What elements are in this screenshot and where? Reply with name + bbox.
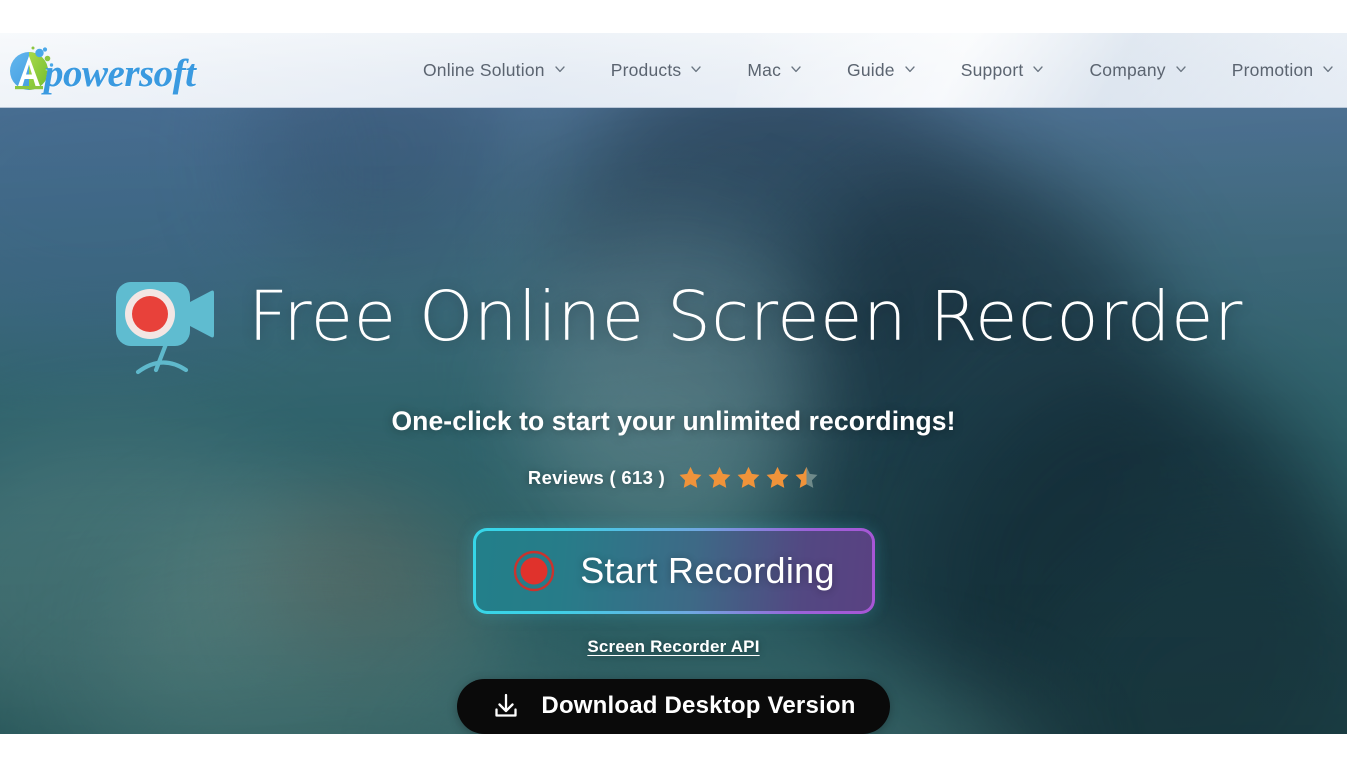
nav-item-support[interactable]: Support — [938, 33, 1067, 107]
start-recording-button-inner: Start Recording — [475, 531, 872, 611]
hero-content: Free Online Screen Recorder One-click to… — [0, 108, 1347, 734]
nav-label: Company — [1089, 60, 1166, 80]
hero-section: Free Online Screen Recorder One-click to… — [0, 108, 1347, 734]
page-right-margin — [1347, 0, 1366, 768]
download-desktop-version-button[interactable]: Download Desktop Version — [457, 678, 890, 734]
top-gutter — [0, 0, 1366, 33]
chevron-down-icon — [790, 63, 801, 74]
page-bottom-margin — [0, 734, 1366, 768]
nav-item-products[interactable]: Products — [588, 33, 725, 107]
main-navigation: Online Solution Products Mac Guide Suppo… — [400, 33, 1347, 107]
reviews-rating: Reviews ( 613 ) — [528, 465, 819, 490]
star-icon-full — [736, 465, 761, 490]
nav-label: Guide — [847, 60, 895, 80]
page-title: Free Online Screen Recorder — [248, 276, 1243, 357]
start-recording-button[interactable]: Start Recording — [472, 528, 875, 614]
nav-item-guide[interactable]: Guide — [824, 33, 938, 107]
star-rating — [678, 465, 819, 490]
star-icon-full — [707, 465, 732, 490]
chevron-down-icon — [690, 63, 702, 74]
chevron-down-icon — [1175, 63, 1186, 74]
star-icon-half — [794, 465, 819, 490]
chevron-down-icon — [554, 63, 565, 74]
nav-label: Support — [960, 60, 1024, 80]
download-icon — [491, 691, 521, 721]
nav-label: Products — [610, 60, 682, 80]
hero-subtitle: One-click to start your unlimited record… — [391, 406, 956, 436]
nav-item-mac[interactable]: Mac — [724, 33, 824, 107]
site-logo[interactable]: powersoft — [6, 37, 196, 103]
nav-item-company[interactable]: Company — [1066, 33, 1208, 107]
page-root: powersoft Online Solution Products Mac G… — [0, 0, 1366, 768]
video-recorder-icon — [104, 274, 216, 376]
start-recording-label: Start Recording — [580, 549, 835, 591]
chevron-down-icon — [904, 63, 915, 74]
nav-label: Mac — [747, 60, 782, 80]
screen-recorder-api-link[interactable]: Screen Recorder API — [587, 637, 759, 657]
nav-label: Online Solution — [423, 60, 545, 80]
nav-label: Promotion — [1231, 60, 1314, 80]
star-icon-full — [765, 465, 790, 490]
logo-wordmark: powersoft — [44, 51, 196, 95]
nav-item-online-solution[interactable]: Online Solution — [400, 33, 588, 107]
chevron-down-icon — [1322, 63, 1333, 74]
record-dot-icon — [512, 549, 556, 593]
download-label: Download Desktop Version — [541, 692, 856, 720]
nav-item-promotion[interactable]: Promotion — [1209, 33, 1347, 107]
site-header: powersoft Online Solution Products Mac G… — [0, 33, 1347, 108]
chevron-down-icon — [1032, 63, 1044, 74]
hero-title-row: Free Online Screen Recorder — [104, 266, 1243, 375]
reviews-label: Reviews ( 613 ) — [527, 466, 666, 488]
star-icon-full — [678, 465, 703, 490]
